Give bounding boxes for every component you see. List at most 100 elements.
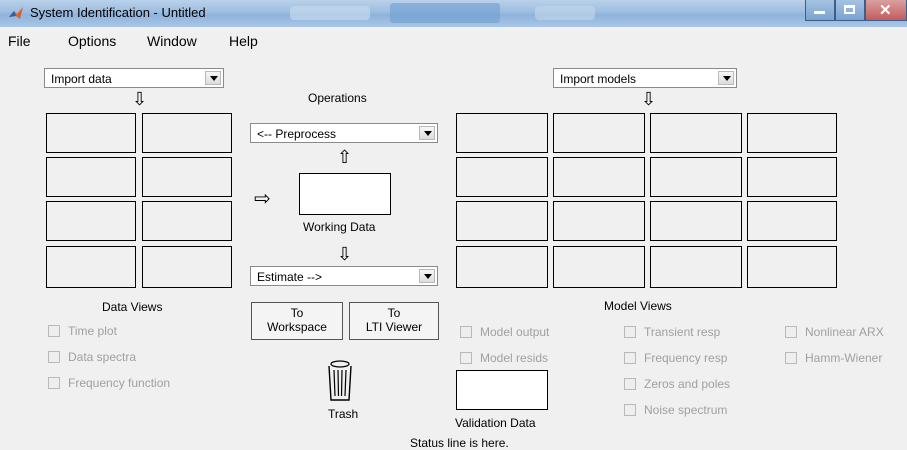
checkbox-box [48, 377, 60, 389]
checkbox-box [785, 352, 797, 364]
close-button[interactable]: ✕ [865, 0, 907, 21]
model-slot[interactable] [747, 246, 837, 288]
model-resids-checkbox[interactable]: Model resids [460, 351, 548, 365]
title-bar-glass [390, 3, 500, 23]
model-views-label: Model Views [604, 299, 672, 313]
chevron-down-icon [718, 71, 734, 85]
validation-data-slot[interactable] [456, 370, 548, 410]
menu-file[interactable]: File [8, 33, 31, 49]
close-icon: ✕ [879, 2, 892, 19]
up-arrow-icon: ⇧ [337, 147, 353, 167]
button-label-line: To [290, 306, 304, 320]
right-arrow-icon: ⇨ [254, 188, 271, 210]
import-data-select[interactable]: Import data [44, 68, 224, 88]
checkbox-label: Transient resp [644, 325, 721, 339]
checkbox-label: Hamm-Wiener [805, 351, 883, 365]
model-slot[interactable] [650, 157, 742, 197]
model-slot[interactable] [553, 157, 645, 197]
model-slot[interactable] [456, 201, 548, 241]
model-slot[interactable] [650, 113, 742, 153]
data-slot[interactable] [46, 246, 136, 288]
data-slot[interactable] [142, 246, 232, 288]
to-lti-viewer-button[interactable]: To LTI Viewer [349, 302, 439, 340]
estimate-select[interactable]: Estimate --> [250, 266, 438, 286]
button-label-line: Workspace [267, 320, 327, 334]
model-slot[interactable] [456, 113, 548, 153]
model-slot[interactable] [747, 201, 837, 241]
maximize-icon [844, 5, 855, 14]
down-arrow-icon: ⇩ [337, 244, 353, 264]
checkbox-box [624, 404, 636, 416]
checkbox-box [624, 378, 636, 390]
time-plot-checkbox[interactable]: Time plot [48, 324, 117, 338]
down-arrow-icon: ⇩ [641, 89, 657, 109]
checkbox-box [624, 326, 636, 338]
trash-icon[interactable] [320, 360, 360, 402]
title-bar-glass [290, 6, 370, 20]
checkbox-box [48, 351, 60, 363]
model-slot[interactable] [553, 246, 645, 288]
checkbox-label: Model output [480, 325, 550, 339]
model-slot[interactable] [747, 113, 837, 153]
chevron-down-icon [419, 126, 435, 140]
data-slot[interactable] [142, 157, 232, 197]
matlab-logo-icon [9, 7, 23, 19]
data-slot[interactable] [46, 201, 136, 241]
transient-resp-checkbox[interactable]: Transient resp [624, 325, 720, 339]
model-slot[interactable] [650, 246, 742, 288]
menu-window[interactable]: Window [147, 33, 197, 49]
window-title: System Identification - Untitled [30, 5, 206, 20]
data-slot[interactable] [46, 157, 136, 197]
minimize-icon [814, 11, 825, 14]
validation-data-label: Validation Data [455, 416, 536, 430]
button-label-line: To [387, 306, 401, 320]
to-workspace-button[interactable]: To Workspace [251, 302, 343, 340]
model-slot[interactable] [747, 157, 837, 197]
checkbox-label: Zeros and poles [644, 377, 731, 391]
data-slot[interactable] [142, 113, 232, 153]
zeros-and-poles-checkbox[interactable]: Zeros and poles [624, 377, 730, 391]
model-slot[interactable] [650, 201, 742, 241]
import-models-select[interactable]: Import models [553, 68, 737, 88]
model-slot[interactable] [553, 113, 645, 153]
working-data-label: Working Data [303, 220, 376, 234]
status-line: Status line is here. [410, 436, 509, 450]
button-label-line: LTI Viewer [365, 320, 423, 334]
trash-label: Trash [328, 407, 359, 421]
import-models-select-value: Import models [560, 72, 637, 86]
checkbox-label: Time plot [68, 324, 117, 338]
title-bar-glass [535, 6, 595, 20]
checkbox-box [48, 325, 60, 337]
checkbox-label: Frequency function [68, 376, 171, 390]
menu-options[interactable]: Options [68, 33, 116, 49]
title-bar: System Identification - Untitled ✕ [0, 0, 907, 27]
maximize-button[interactable] [835, 0, 865, 21]
menu-help[interactable]: Help [229, 33, 258, 49]
menu-bar: File Options Window Help [0, 30, 907, 52]
estimate-select-value: Estimate --> [257, 270, 323, 284]
frequency-resp-checkbox[interactable]: Frequency resp [624, 351, 727, 365]
nonlinear-arx-checkbox[interactable]: Nonlinear ARX [785, 325, 884, 339]
import-data-select-value: Import data [51, 72, 112, 86]
checkbox-box [460, 352, 472, 364]
hamm-wiener-checkbox[interactable]: Hamm-Wiener [785, 351, 882, 365]
checkbox-box [460, 326, 472, 338]
data-spectra-checkbox[interactable]: Data spectra [48, 350, 136, 364]
model-slot[interactable] [553, 201, 645, 241]
model-slot[interactable] [456, 157, 548, 197]
model-output-checkbox[interactable]: Model output [460, 325, 549, 339]
data-views-label: Data Views [102, 300, 163, 314]
checkbox-label: Data spectra [68, 350, 137, 364]
model-slot[interactable] [456, 246, 548, 288]
operations-label: Operations [308, 91, 367, 105]
frequency-function-checkbox[interactable]: Frequency function [48, 376, 170, 390]
working-data-slot[interactable] [299, 173, 391, 215]
data-slot[interactable] [46, 113, 136, 153]
preprocess-select[interactable]: <-- Preprocess [250, 123, 438, 143]
checkbox-box [624, 352, 636, 364]
noise-spectrum-checkbox[interactable]: Noise spectrum [624, 403, 727, 417]
data-slot[interactable] [142, 201, 232, 241]
checkbox-label: Model resids [480, 351, 549, 365]
checkbox-label: Frequency resp [644, 351, 728, 365]
minimize-button[interactable] [805, 0, 835, 21]
